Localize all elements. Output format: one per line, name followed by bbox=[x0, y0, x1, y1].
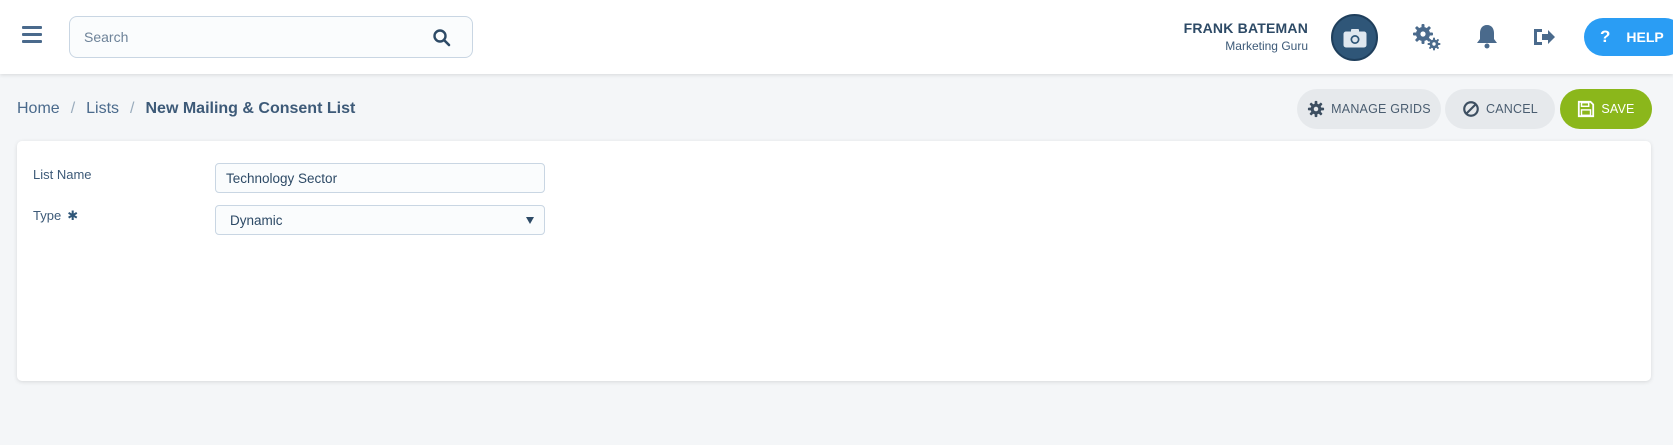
type-select[interactable]: Dynamic bbox=[215, 205, 545, 235]
breadcrumb-home[interactable]: Home bbox=[17, 100, 60, 118]
save-button[interactable]: SAVE bbox=[1560, 89, 1652, 129]
sign-out-icon[interactable] bbox=[1530, 22, 1560, 52]
question-icon: ? bbox=[1600, 27, 1611, 46]
bell-icon[interactable] bbox=[1472, 22, 1502, 52]
user-info: FRANK BATEMAN Marketing Guru bbox=[1184, 20, 1308, 53]
required-marker: ✱ bbox=[67, 208, 79, 223]
manage-grids-label: MANAGE GRIDS bbox=[1331, 102, 1431, 116]
type-select-value: Dynamic bbox=[230, 213, 283, 228]
manage-grids-button[interactable]: MANAGE GRIDS bbox=[1297, 89, 1441, 129]
type-label: Type ✱ bbox=[33, 208, 78, 224]
cancel-label: CANCEL bbox=[1486, 102, 1538, 116]
search-icon[interactable] bbox=[432, 28, 452, 48]
gears-icon[interactable] bbox=[1412, 22, 1442, 52]
list-name-label: List Name bbox=[33, 167, 92, 182]
breadcrumb-separator: / bbox=[70, 100, 76, 117]
page-title: New Mailing & Consent List bbox=[145, 100, 356, 117]
breadcrumb-separator: / bbox=[130, 100, 135, 117]
hamburger-menu-icon[interactable] bbox=[22, 26, 42, 44]
gear-icon bbox=[1308, 100, 1325, 118]
type-label-text: Type bbox=[33, 208, 62, 223]
floppy-disk-icon bbox=[1578, 100, 1595, 118]
user-role: Marketing Guru bbox=[1225, 39, 1308, 53]
search-input[interactable] bbox=[82, 25, 412, 49]
help-label: HELP bbox=[1626, 29, 1664, 45]
list-name-input[interactable] bbox=[215, 163, 545, 193]
search-box[interactable] bbox=[69, 16, 473, 58]
breadcrumb-lists[interactable]: Lists bbox=[86, 100, 119, 118]
top-bar: FRANK BATEMAN Marketing Guru bbox=[0, 0, 1673, 74]
camera-icon bbox=[1343, 28, 1366, 47]
save-label: SAVE bbox=[1601, 102, 1635, 116]
ban-icon bbox=[1463, 101, 1479, 117]
user-name: FRANK BATEMAN bbox=[1183, 20, 1308, 36]
list-form-card: List Name Type ✱ Dynamic bbox=[17, 141, 1651, 381]
avatar[interactable] bbox=[1331, 14, 1378, 61]
breadcrumb: Home / Lists / New Mailing & Consent Lis… bbox=[17, 100, 355, 118]
help-button[interactable]: ? HELP bbox=[1584, 18, 1673, 56]
cancel-button[interactable]: CANCEL bbox=[1445, 89, 1555, 129]
caret-down-icon bbox=[526, 217, 534, 224]
